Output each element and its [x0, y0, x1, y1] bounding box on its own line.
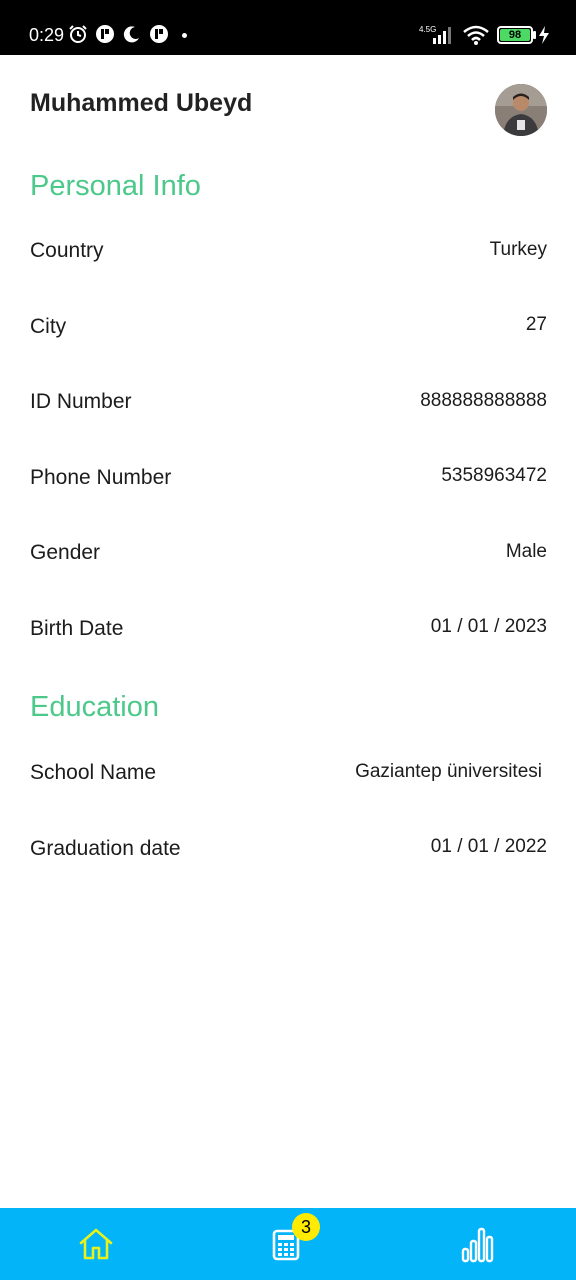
row-value: Male [505, 541, 547, 562]
app-notification-icon [96, 25, 114, 43]
alarm-icon [69, 25, 87, 43]
row-label: ID Number [30, 390, 132, 413]
row-label: City [30, 315, 67, 338]
wifi-icon [463, 25, 489, 45]
more-notifications-dot [182, 33, 187, 38]
row-value: 888888888888 [420, 390, 547, 411]
status-bar: 0:29 4.5G 98 [0, 0, 576, 55]
row-value: 01 / 01 / 2022 [430, 836, 547, 857]
nav-statistics[interactable] [418, 1208, 538, 1280]
avatar-photo [495, 84, 547, 136]
battery-level: 98 [500, 29, 530, 41]
calculator-badge: 3 [292, 1213, 320, 1241]
avatar[interactable] [495, 84, 547, 136]
battery-icon: 98 [497, 26, 533, 44]
row-label: Graduation date [30, 837, 181, 860]
app-notification-icon-2 [150, 25, 168, 43]
row-value: 27 [525, 314, 547, 335]
moon-icon [123, 26, 139, 43]
row-label: Country [30, 239, 104, 262]
personal-info-title: Personal Info [30, 170, 201, 202]
bottom-nav [0, 1208, 576, 1280]
row-label: Phone Number [30, 466, 172, 489]
row-value: Gaziantep üniversitesi [355, 761, 542, 782]
battery-tip [533, 31, 536, 39]
signal-icon [433, 27, 451, 44]
bar-chart-icon [461, 1227, 494, 1263]
row-label: School Name [30, 761, 157, 784]
home-icon [79, 1228, 113, 1260]
profile-name: Muhammed Ubeyd [30, 89, 253, 117]
charging-icon [539, 26, 549, 44]
row-value: 01 / 01 / 2023 [430, 616, 547, 637]
row-label: Gender [30, 541, 101, 564]
nav-home[interactable] [36, 1208, 156, 1280]
education-title: Education [30, 691, 159, 723]
nav-calculator[interactable] [228, 1208, 348, 1280]
row-value: Turkey [489, 239, 547, 260]
row-label: Birth Date [30, 617, 124, 640]
row-value: 5358963472 [441, 465, 547, 486]
status-time: 0:29 [29, 25, 65, 45]
